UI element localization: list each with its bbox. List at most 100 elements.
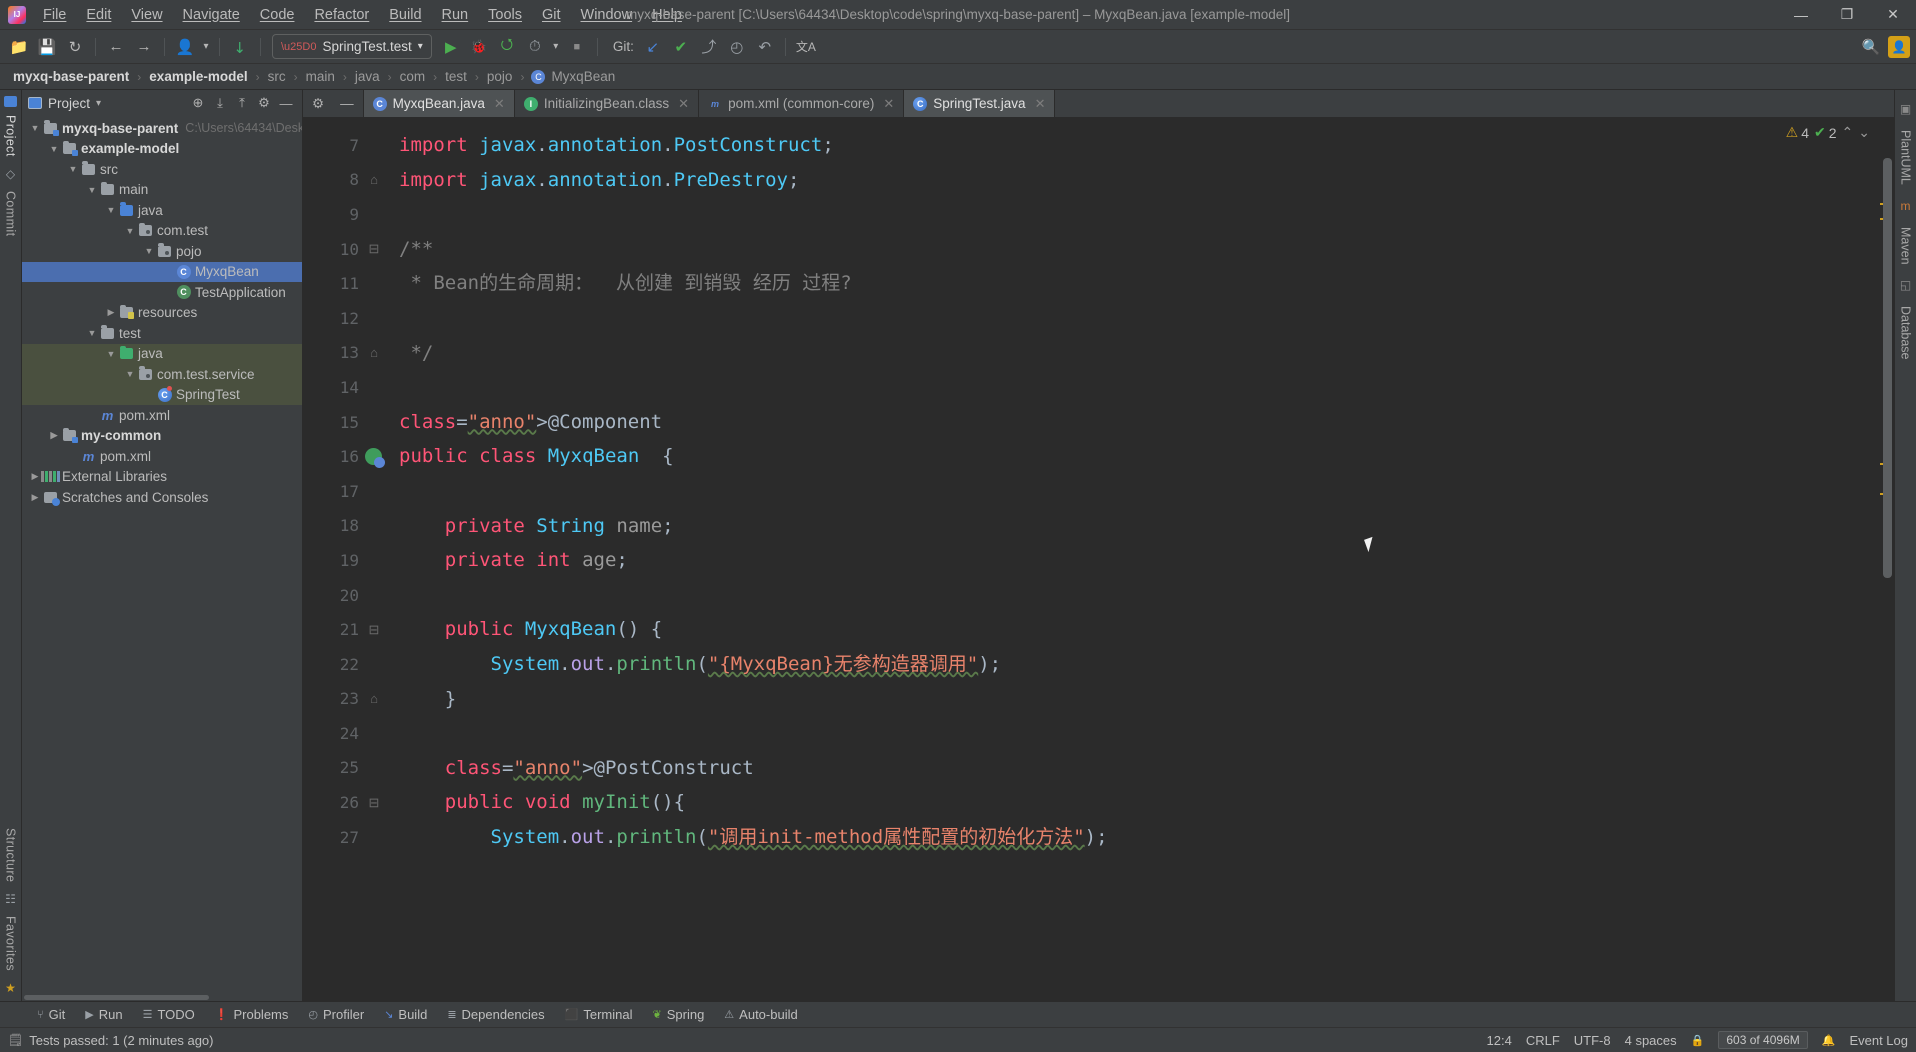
status-message[interactable]: Tests passed: 1 (2 minutes ago) — [29, 1033, 213, 1048]
editor-marker-column[interactable] — [1878, 118, 1894, 1001]
code-line-9[interactable] — [393, 197, 1878, 232]
code-line-20[interactable] — [393, 578, 1878, 613]
menu-build[interactable]: Build — [379, 0, 431, 29]
breadcrumb-item-7[interactable]: pojo — [486, 69, 514, 84]
chevron-down-icon[interactable]: ▼ — [104, 349, 118, 359]
minimize-button[interactable]: — — [1778, 0, 1824, 29]
warning-count-group[interactable]: ⚠ 4 — [1786, 124, 1809, 141]
code-line-19[interactable]: private int age; — [393, 543, 1878, 578]
tree-item-com-test[interactable]: ▼ com.test — [22, 221, 302, 242]
tool-window-todo[interactable]: ☰ TODO — [134, 1004, 204, 1026]
file-encoding[interactable]: UTF-8 — [1574, 1033, 1611, 1048]
close-icon[interactable]: ✕ — [1035, 96, 1046, 112]
code-line-24[interactable] — [393, 716, 1878, 751]
chevron-down-icon-profiler[interactable]: ▾ — [550, 34, 562, 60]
sidebar-item-favorites[interactable]: Favorites — [4, 916, 18, 971]
project-tree[interactable]: ▼myxq-base-parentC:\Users\64434\Desktop▼… — [22, 116, 302, 993]
gutter-line-10[interactable]: 10 ⊟ — [303, 232, 393, 267]
code-folding-marker[interactable]: ⊟ — [359, 241, 389, 257]
code-line-11[interactable]: * Bean的生命周期： 从创建 到销毁 经历 过程? — [393, 266, 1878, 301]
breadcrumb-item-0[interactable]: myxq-base-parent — [12, 69, 130, 84]
project-panel-hscrollbar[interactable] — [22, 993, 302, 1001]
menu-file[interactable]: File — [33, 0, 76, 29]
code-editor[interactable]: 7 8 ⌂ 9 10 ⊟ 11 12 13 ⌂ 14 15 16 17 18 19 20 21 ⊟ 22 23 ⌂ 24 25… — [303, 118, 1894, 1001]
event-log-button[interactable]: Event Log — [1849, 1033, 1908, 1048]
tool-window-git[interactable]: ⑂ Git — [28, 1004, 74, 1026]
inspections-widget[interactable]: ⚠ 4 ✔ 2 ⌃ ⌄ — [1786, 124, 1870, 141]
collapse-all-icon[interactable]: ⤒ — [232, 93, 252, 113]
breadcrumb-item-1[interactable]: example-model — [148, 69, 248, 84]
git-update-icon[interactable]: ↙ — [640, 34, 666, 60]
breadcrumb-item-4[interactable]: java — [354, 69, 381, 84]
locate-icon[interactable]: ⊕ — [188, 93, 208, 113]
gutter-line-15[interactable]: 15 — [303, 405, 393, 440]
chevron-down-icon[interactable]: ▼ — [85, 185, 99, 195]
code-line-17[interactable] — [393, 474, 1878, 509]
tool-window-problems[interactable]: ❗ Problems — [206, 1004, 298, 1026]
code-line-16[interactable]: public class MyxqBean { — [393, 439, 1878, 474]
code-line-18[interactable]: private String name; — [393, 509, 1878, 544]
git-history-icon[interactable]: ◴ — [724, 34, 750, 60]
close-button[interactable]: ✕ — [1870, 0, 1916, 29]
indent-setting[interactable]: 4 spaces — [1625, 1033, 1677, 1048]
tree-item-springtest[interactable]: C SpringTest — [22, 384, 302, 405]
breadcrumb-item-class[interactable]: MyxqBean — [550, 69, 616, 84]
menu-edit[interactable]: Edit — [76, 0, 121, 29]
code-folding-marker[interactable]: ⊟ — [359, 795, 389, 811]
code-line-23[interactable]: } — [393, 682, 1878, 717]
breadcrumb-item-5[interactable]: com — [399, 69, 427, 84]
gutter-line-23[interactable]: 23 ⌂ — [303, 682, 393, 717]
menu-help[interactable]: Help — [642, 0, 692, 29]
tree-item-test[interactable]: ▼ test — [22, 323, 302, 344]
tool-window-auto-build[interactable]: ⚠ Auto-build — [715, 1004, 806, 1026]
chevron-right-icon[interactable]: ▶ — [47, 430, 61, 441]
sidebar-item-maven[interactable]: Maven — [1899, 227, 1913, 265]
lock-icon[interactable]: 🔒 — [1691, 1034, 1705, 1047]
gutter-line-7[interactable]: 7 — [303, 128, 393, 163]
tree-item-scratches-and-consoles[interactable]: ▶ Scratches and Consoles — [22, 487, 302, 508]
tree-item-external-libraries[interactable]: ▶ External Libraries — [22, 467, 302, 488]
debug-button[interactable]: 🐞 — [466, 34, 492, 60]
tree-item-myxqbean[interactable]: C MyxqBean — [22, 261, 302, 282]
save-all-icon[interactable]: 💾 — [34, 34, 60, 60]
stop-button[interactable]: ■ — [564, 34, 590, 60]
sidebar-item-plantuml[interactable]: PlantUML — [1899, 130, 1913, 185]
gutter-line-8[interactable]: 8 ⌂ — [303, 163, 393, 198]
tree-item-pom-xml[interactable]: m pom.xml — [22, 405, 302, 426]
gutter-line-25[interactable]: 25 — [303, 751, 393, 786]
close-icon[interactable]: ✕ — [883, 96, 894, 112]
tree-item-example-model[interactable]: ▼ example-model — [22, 139, 302, 160]
code-line-15[interactable]: class="anno">@Component — [393, 405, 1878, 440]
breadcrumb-item-3[interactable]: main — [305, 69, 336, 84]
tree-item-pom-xml[interactable]: m pom.xml — [22, 446, 302, 467]
gutter-line-13[interactable]: 13 ⌂ — [303, 336, 393, 371]
code-line-27[interactable]: System.out.println("调用init-method属性配置的初始… — [393, 820, 1878, 855]
chevron-down-icon[interactable]: ▼ — [123, 226, 137, 236]
memory-indicator[interactable]: 603 of 4096M — [1718, 1031, 1808, 1049]
tree-item-my-common[interactable]: ▶ my-common — [22, 426, 302, 447]
run-coverage-button[interactable]: ⭯ — [494, 34, 520, 60]
tree-item-testapplication[interactable]: C TestApplication — [22, 282, 302, 303]
code-line-8[interactable]: import javax.annotation.PreDestroy; — [393, 163, 1878, 198]
chevron-right-icon[interactable]: ▶ — [28, 492, 42, 503]
menu-window[interactable]: Window — [571, 0, 643, 29]
chevron-right-icon[interactable]: ▶ — [28, 471, 42, 482]
breadcrumb-item-2[interactable]: src — [267, 69, 287, 84]
chevron-down-icon[interactable]: ▼ — [66, 164, 80, 174]
menu-view[interactable]: View — [121, 0, 172, 29]
gutter-line-9[interactable]: 9 — [303, 197, 393, 232]
run-button[interactable]: ▶ — [438, 34, 464, 60]
chevron-down-icon[interactable]: ▾ — [96, 98, 101, 109]
editor-tab-initializingbean-class[interactable]: I InitializingBean.class ✕ — [515, 90, 700, 117]
gutter-line-16[interactable]: 16 — [303, 439, 393, 474]
code-line-7[interactable]: import javax.annotation.PostConstruct; — [393, 128, 1878, 163]
chevron-down-icon[interactable]: ▼ — [47, 144, 61, 154]
editor-tab-pom-xml-common-core-[interactable]: m pom.xml (common-core) ✕ — [699, 90, 905, 117]
breadcrumb-item-6[interactable]: test — [444, 69, 468, 84]
caret-position[interactable]: 12:4 — [1487, 1033, 1512, 1048]
gutter-line-12[interactable]: 12 — [303, 301, 393, 336]
gutter-line-22[interactable]: 22 — [303, 647, 393, 682]
run-configuration-selector[interactable]: \u25D0 SpringTest.test ▾ — [272, 34, 432, 59]
editor-tab-springtest-java[interactable]: C SpringTest.java ✕ — [904, 90, 1056, 117]
tree-item-com-test-service[interactable]: ▼ com.test.service — [22, 364, 302, 385]
